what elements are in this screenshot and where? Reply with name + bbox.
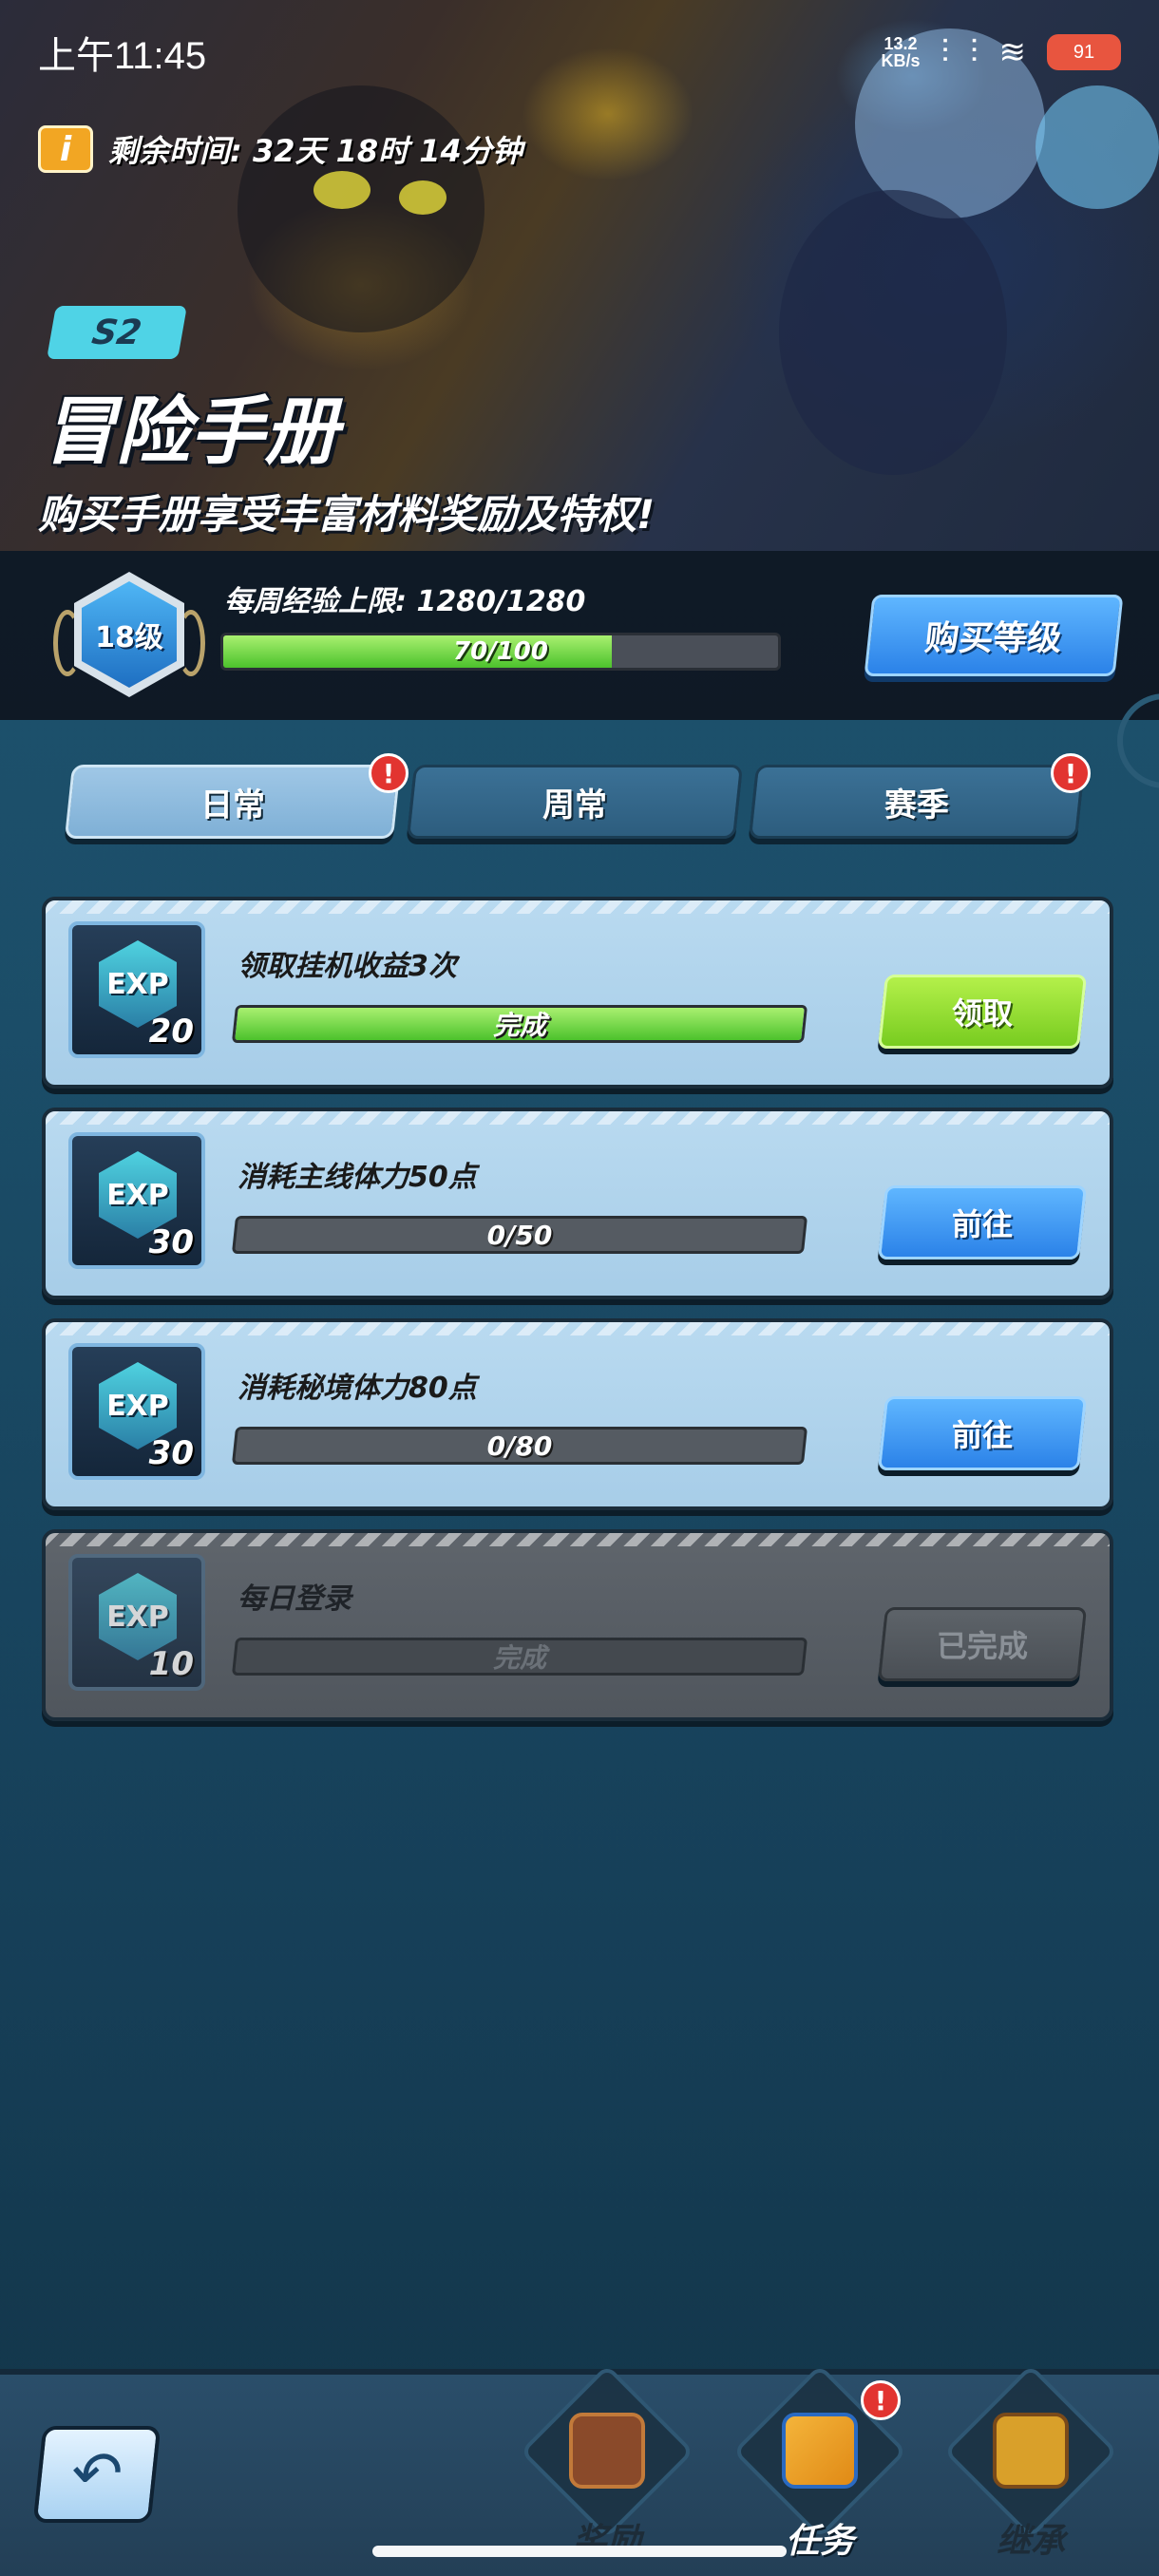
page-subtitle: 购买手册享受丰富材料奖励及特权!: [38, 491, 656, 538]
quest-icon: [782, 2413, 858, 2489]
status-icons: 13.2 KB/s ⫶ ⫶ ≋ 91: [881, 33, 1121, 71]
level-bar: 18级 每周经验上限: 1280/1280 70/100 购买等级: [0, 551, 1159, 720]
task-button-label: 已完成: [936, 1628, 1028, 1664]
alert-icon: !: [369, 753, 408, 793]
wifi-icon: ≋: [998, 34, 1027, 70]
task-progress-text: 完成: [492, 1642, 546, 1674]
task-progress-text: 0/50: [486, 1219, 553, 1251]
tab-season[interactable]: 赛季: [748, 765, 1086, 839]
battery-level: 91: [1073, 41, 1095, 63]
exp-amount: 10: [148, 1645, 194, 1683]
page-title: 冒险手册: [42, 389, 339, 475]
exp-reward-icon: EXP 10: [68, 1554, 205, 1691]
tab-weekly-label: 周常: [542, 786, 607, 824]
exp-icon-label: EXP: [106, 1600, 169, 1634]
task-tabs: 日常 ! 周常 赛季 !: [64, 753, 1091, 841]
task-progress-bar: 完成: [231, 1638, 808, 1676]
card-zigzag-trim: [46, 1533, 1110, 1546]
shop-icon: [569, 2413, 645, 2489]
exp-reward-icon: EXP 30: [68, 1132, 205, 1269]
task-card: EXP 30 消耗主线体力50点 0/50 前往: [42, 1108, 1113, 1299]
task-progress-bar: 0/50: [231, 1216, 808, 1254]
task-progress-text: 完成: [492, 1010, 546, 1041]
tab-season-label: 赛季: [884, 786, 949, 824]
season-badge: S2: [47, 306, 187, 359]
monster-silhouette: [238, 85, 484, 332]
battery-icon: 91: [1047, 34, 1121, 70]
monster-eye: [399, 180, 446, 215]
task-card: EXP 10 每日登录完成 已完成: [42, 1529, 1113, 1721]
exp-amount: 30: [148, 1223, 194, 1261]
go-button[interactable]: 前往: [877, 1396, 1088, 1470]
exp-reward-icon: EXP 20: [68, 921, 205, 1058]
signal-icon: ⫶: [940, 33, 950, 70]
status-bar: 上午11:45 13.2 KB/s ⫶ ⫶ ≋ 91: [0, 0, 1159, 104]
task-progress-bar: 完成: [231, 1005, 808, 1043]
status-time: 上午11:45: [38, 35, 207, 77]
exp-progress-bar: 70/100: [220, 633, 781, 671]
network-speed-unit: KB/s: [881, 51, 921, 70]
exp-amount: 20: [148, 1013, 194, 1051]
tab-weekly[interactable]: 周常: [406, 765, 744, 839]
network-speed: 13.2 KB/s: [881, 35, 920, 69]
network-speed-value: 13.2: [884, 34, 918, 53]
tab-daily[interactable]: 日常: [64, 765, 402, 839]
nav-label-inherit: 继承: [996, 2522, 1065, 2561]
monster-eye: [314, 171, 370, 209]
card-zigzag-trim: [46, 1322, 1110, 1335]
back-button[interactable]: ↶: [32, 2426, 162, 2523]
task-title: 消耗主线体力50点: [238, 1161, 477, 1194]
chest-icon: [993, 2413, 1069, 2489]
task-title: 每日登录: [238, 1582, 352, 1616]
exp-icon-label: EXP: [106, 1389, 169, 1423]
task-card: EXP 30 消耗秘境体力80点 0/80 前往: [42, 1318, 1113, 1510]
home-indicator: [372, 2546, 787, 2557]
banner: 上午11:45 13.2 KB/s ⫶ ⫶ ≋ 91 i 剩余时间: 32天 1…: [0, 0, 1159, 551]
exp-reward-icon: EXP 30: [68, 1343, 205, 1480]
exp-amount: 30: [148, 1434, 194, 1472]
signal-icon: ⫶: [970, 33, 978, 70]
info-icon[interactable]: i: [38, 125, 93, 173]
alert-icon: !: [1051, 753, 1091, 793]
task-button-label: 前往: [951, 1417, 1013, 1453]
task-button-label: 领取: [951, 995, 1013, 1032]
remaining-time: 剩余时间: 32天 18时 14分钟: [108, 133, 522, 169]
level-badge: 18级: [53, 572, 205, 701]
go-button[interactable]: 前往: [877, 1185, 1088, 1260]
season-label: S2: [88, 313, 145, 352]
level-label: 18级: [95, 621, 163, 654]
buy-level-label: 购买等级: [922, 619, 1064, 658]
task-progress-bar: 0/80: [231, 1427, 808, 1465]
task-card: EXP 20 领取挂机收益3次完成 领取: [42, 897, 1113, 1089]
exp-icon-label: EXP: [106, 967, 169, 1001]
weekly-exp-limit: 每周经验上限: 1280/1280: [224, 585, 586, 618]
exp-progress-text: 70/100: [453, 637, 548, 666]
completed-button: 已完成: [877, 1607, 1088, 1681]
tab-daily-label: 日常: [200, 786, 265, 824]
task-title: 消耗秘境体力80点: [238, 1372, 477, 1405]
alert-icon: !: [861, 2380, 901, 2420]
task-title: 领取挂机收益3次: [238, 950, 457, 983]
hero-body: [779, 190, 1007, 475]
card-zigzag-trim: [46, 900, 1110, 914]
back-arrow-icon: ↶: [67, 2439, 126, 2510]
exp-icon-label: EXP: [106, 1178, 169, 1212]
claim-button[interactable]: 领取: [877, 975, 1088, 1049]
card-zigzag-trim: [46, 1111, 1110, 1125]
task-progress-text: 0/80: [486, 1430, 553, 1462]
task-button-label: 前往: [951, 1206, 1013, 1242]
nav-item-inherit[interactable]: 继承: [940, 2364, 1121, 2574]
remaining-time-row: i 剩余时间: 32天 18时 14分钟: [38, 125, 522, 173]
buy-level-button[interactable]: 购买等级: [864, 595, 1124, 676]
